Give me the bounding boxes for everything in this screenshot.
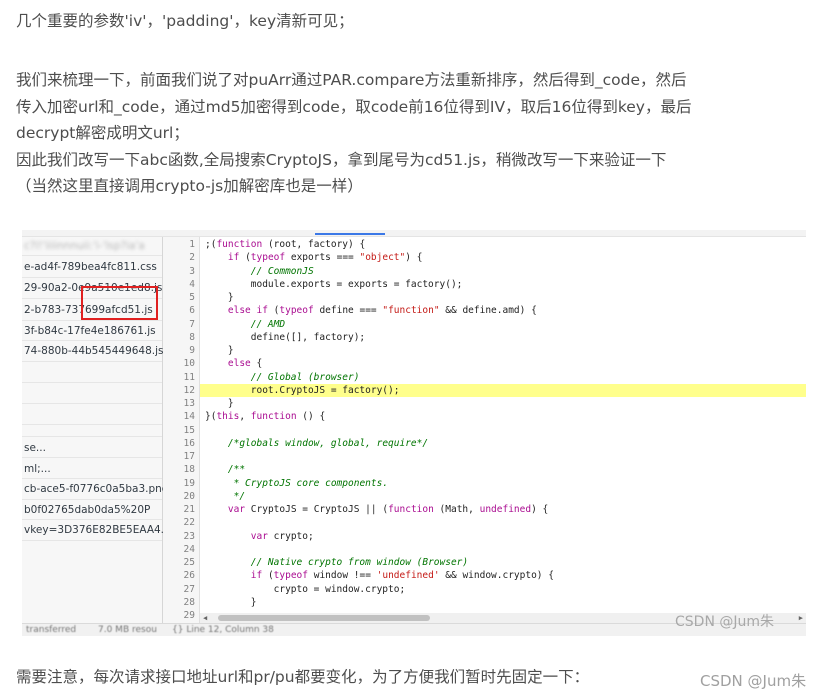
- code-line: */: [227, 490, 246, 502]
- code-line: }: [205, 292, 234, 303]
- line-number[interactable]: 14: [165, 411, 195, 422]
- body-line-2: 传入加密url和_code，通过md5加密得到code，取code前16位得到I…: [16, 97, 692, 116]
- file-list-divider: [22, 478, 162, 479]
- code-line: define([], factory);: [205, 331, 366, 343]
- file-list-divider: [22, 320, 162, 321]
- source-code-editor: 1 2 3 4 5 6 7 8 9 10 11 12 13 14 15 16 17 18 19 20 21 22 23 24 2…: [163, 237, 806, 623]
- file-list-divider: [22, 255, 162, 256]
- line-number[interactable]: 16: [165, 438, 195, 449]
- status-cursor-position: {} Line 12, Column 38: [172, 625, 274, 635]
- code-line: }(this, function () {: [205, 411, 326, 423]
- code-line: var crypto;: [250, 530, 314, 542]
- line-number[interactable]: 7: [165, 319, 195, 330]
- line-number[interactable]: 28: [165, 597, 195, 608]
- code-line: // Native crypto from window (Browser): [250, 557, 469, 568]
- line-number[interactable]: 23: [165, 531, 195, 542]
- line-number[interactable]: 1: [165, 239, 195, 250]
- code-line: ;(function (root, factory) {: [205, 239, 366, 250]
- status-resources: 7.0 MB resou: [98, 625, 157, 635]
- file-list-divider: [22, 499, 162, 500]
- file-list-divider: [22, 424, 162, 425]
- code-line: if (typeof exports === "object") {: [227, 252, 423, 264]
- paragraph-body: 我们来梳理一下，前面我们说了对puArr通过PAR.compare方法重新排序，…: [16, 67, 691, 200]
- line-number[interactable]: 9: [165, 345, 195, 356]
- line-number[interactable]: 11: [165, 372, 195, 383]
- file-list-divider: [22, 403, 162, 404]
- file-list-item[interactable]: se...: [24, 442, 46, 454]
- line-number-gutter: 1 2 3 4 5 6 7 8 9 10 11 12 13 14 15 16 17 18 19 20 21 22 23 24 2…: [163, 237, 200, 623]
- active-tab-indicator: [315, 233, 385, 235]
- line-number[interactable]: 18: [165, 464, 195, 475]
- line-number[interactable]: 29: [165, 610, 195, 621]
- line-number[interactable]: 3: [165, 266, 195, 277]
- file-list-divider: [22, 277, 162, 278]
- line-number[interactable]: 2: [165, 252, 195, 263]
- line-number[interactable]: 10: [165, 358, 195, 369]
- body-line-5: （当然这里直接调用crypto-js加解密库也是一样）: [16, 177, 363, 195]
- line-number[interactable]: 8: [165, 332, 195, 343]
- line-number[interactable]: 19: [165, 478, 195, 489]
- file-list-item[interactable]: ml;...: [24, 463, 51, 475]
- body-line-1: 我们来梳理一下，前面我们说了对puArr通过PAR.compare方法重新排序，…: [16, 71, 687, 89]
- file-list-divider: [22, 361, 162, 362]
- line-number[interactable]: 12: [165, 385, 195, 396]
- code-line: else {: [227, 358, 263, 370]
- csdn-watermark-inner: CSDN @Jum朱: [675, 614, 775, 630]
- code-line: }: [205, 345, 234, 356]
- file-list-item[interactable]: 74-880b-44b545449648.js: [24, 345, 164, 357]
- line-number[interactable]: 24: [165, 544, 195, 555]
- code-line: crypto = window.crypto;: [205, 583, 406, 595]
- code-line: // AMD: [250, 318, 286, 330]
- code-line: // Global (browser): [250, 371, 360, 383]
- line-number[interactable]: 25: [165, 557, 195, 568]
- file-list-divider: [22, 540, 162, 541]
- code-line: else if (typeof define === "function" &&…: [227, 305, 537, 317]
- code-line: /**: [227, 464, 246, 476]
- line-number[interactable]: 6: [165, 305, 195, 316]
- code-line: root.CryptoJS = factory();: [205, 384, 400, 396]
- code-line: module.exports = exports = factory();: [205, 278, 463, 290]
- code-line: // CommonJS: [250, 265, 314, 277]
- code-line: if (typeof window !== 'undefined' && win…: [250, 570, 554, 582]
- devtools-tab-strip: [22, 230, 806, 237]
- highlight-red-box: [81, 286, 158, 320]
- file-list-divider: [22, 519, 162, 520]
- line-number[interactable]: 21: [165, 504, 195, 515]
- body-line-4: 因此我们改写一下abc函数,全局搜索CryptoJS，拿到尾号为cd51.js，…: [16, 150, 667, 169]
- file-list-divider: [22, 457, 162, 458]
- csdn-watermark-outer: CSDN @Jum朱: [698, 670, 809, 691]
- line-number[interactable]: 20: [165, 491, 195, 502]
- code-line: /*globals window, global, require*/: [227, 437, 429, 449]
- line-number[interactable]: 13: [165, 398, 195, 409]
- devtools-screenshot: c?l!'iiiinnnuii:'i-'lsp?ia'a e-ad4f-789be…: [22, 230, 806, 636]
- paragraph-bottom: 需要注意，每次请求接口地址url和pr/pu都要变化，为了方便我们暂时先固定一下…: [16, 668, 590, 686]
- code-line: var CryptoJS = CryptoJS || (function (Ma…: [227, 504, 549, 515]
- line-number[interactable]: 17: [165, 451, 195, 462]
- file-list-divider: [22, 340, 162, 341]
- file-list-item[interactable]: e-ad4f-789bea4fc811.css: [24, 261, 157, 273]
- scroll-right-icon[interactable]: ▶: [799, 614, 803, 622]
- code-line: * CryptoJS core components.: [227, 477, 389, 489]
- status-transferred: transferred: [26, 625, 77, 635]
- file-list-divider: [22, 382, 162, 383]
- file-list-divider: [22, 436, 162, 437]
- code-line: }: [205, 596, 257, 608]
- body-line-3: decrypt解密成明文url；: [16, 124, 189, 142]
- scroll-left-icon[interactable]: ◀: [203, 614, 207, 622]
- code-line: }: [205, 398, 234, 409]
- line-number[interactable]: 26: [165, 570, 195, 581]
- scroll-thumb[interactable]: [218, 615, 430, 621]
- line-number[interactable]: 5: [165, 292, 195, 303]
- line-number[interactable]: 15: [165, 425, 195, 436]
- file-list-item[interactable]: b0f02765dab0da5%20P: [24, 504, 150, 516]
- line-number[interactable]: 4: [165, 279, 195, 290]
- file-list-item[interactable]: vkey=3D376E82BE5EAA4...: [24, 524, 171, 536]
- file-list-item[interactable]: cb-ace5-f0776c0a5ba3.png: [24, 483, 168, 495]
- line-number[interactable]: 22: [165, 517, 195, 528]
- paragraph-top: 几个重要的参数'iv'，'padding'，key清新可见；: [16, 12, 354, 30]
- file-list-item[interactable]: 3f-b84c-17fe4e186761.js: [24, 325, 156, 337]
- file-list-item[interactable]: c?l!'iiiinnnuii:'i-'lsp?ia'a: [24, 240, 145, 252]
- line-number[interactable]: 27: [165, 584, 195, 595]
